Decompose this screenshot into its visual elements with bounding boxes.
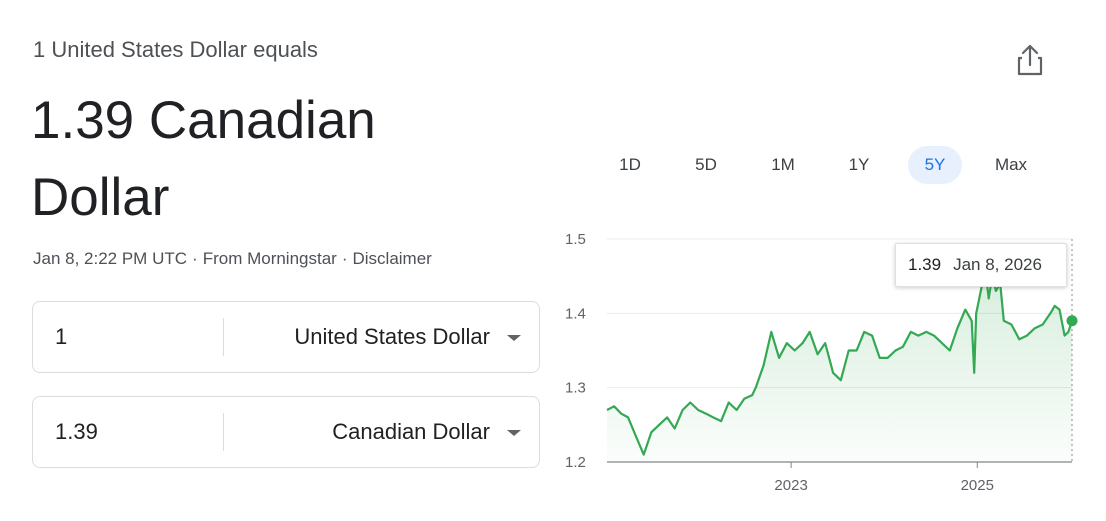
meta-separator: ·: [341, 249, 348, 268]
chart-tooltip: 1.39 Jan 8, 2026: [895, 243, 1067, 287]
range-5y[interactable]: 5Y: [908, 146, 962, 184]
range-1d[interactable]: 1D: [606, 146, 654, 184]
to-amount-input[interactable]: 1.39: [55, 397, 215, 467]
chevron-down-icon[interactable]: [507, 335, 521, 341]
x-tick-label: 2025: [961, 477, 994, 494]
current-value-point: [1066, 315, 1078, 327]
source-label: From Morningstar: [202, 249, 337, 268]
y-tick-label: 1.3: [565, 380, 586, 397]
to-currency-select[interactable]: Canadian Dollar: [332, 397, 490, 467]
share-button[interactable]: [1010, 40, 1050, 80]
range-1y[interactable]: 1Y: [835, 146, 883, 184]
row-divider: [223, 413, 224, 451]
meta-separator: ·: [192, 249, 198, 268]
tooltip-value: 1.39: [908, 255, 942, 274]
share-icon: [1017, 44, 1043, 76]
chevron-down-icon[interactable]: [507, 430, 521, 436]
row-divider: [223, 318, 224, 356]
range-1m[interactable]: 1M: [759, 146, 807, 184]
conversion-result: 1.39 Canadian Dollar: [31, 91, 376, 227]
y-tick-label: 1.5: [565, 231, 586, 248]
quote-meta: Jan 8, 2:22 PM UTC · From Morningstar · Disc…: [33, 249, 432, 269]
x-tick-label: 2023: [774, 477, 807, 494]
range-max[interactable]: Max: [987, 146, 1035, 184]
y-tick-label: 1.2: [565, 454, 586, 471]
from-amount-input[interactable]: 1: [55, 302, 215, 372]
disclaimer-link[interactable]: Disclaimer: [353, 249, 432, 268]
tooltip-date: Jan 8, 2026: [953, 255, 1042, 274]
conversion-pretitle: 1 United States Dollar equals: [33, 37, 318, 62]
y-tick-label: 1.4: [565, 305, 586, 322]
from-currency-row: 1 United States Dollar: [32, 301, 540, 373]
from-currency-select[interactable]: United States Dollar: [294, 302, 490, 372]
to-currency-row: 1.39 Canadian Dollar: [32, 396, 540, 468]
range-5d[interactable]: 5D: [682, 146, 730, 184]
timestamp: Jan 8, 2:22 PM UTC: [33, 249, 188, 268]
